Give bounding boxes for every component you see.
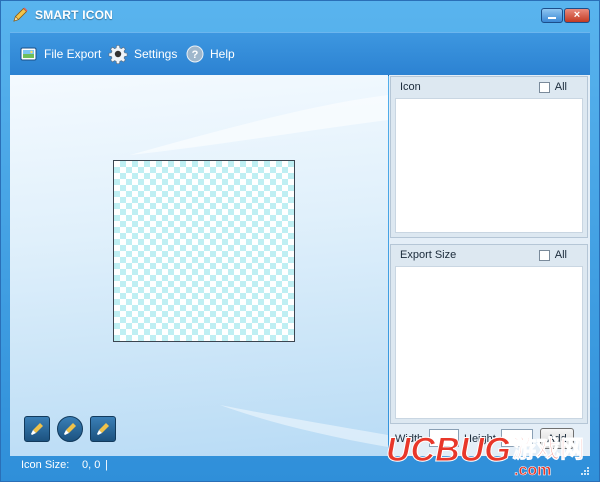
window-title: SMART ICON	[35, 8, 113, 22]
toolbar: File Export Settings ? Help	[10, 32, 590, 76]
icon-all-checkbox[interactable]	[538, 81, 550, 93]
pencil-icon	[13, 7, 28, 22]
export-size-header: Export Size All	[391, 245, 587, 266]
file-export-label: File Export	[44, 47, 102, 61]
help-icon: ?	[186, 45, 204, 63]
export-all-label: All	[554, 249, 567, 261]
brush-tool-1[interactable]	[24, 416, 50, 442]
export-size-section: Export Size All	[390, 244, 588, 424]
close-icon: ×	[573, 9, 581, 21]
icon-all-toggle[interactable]: All	[538, 81, 567, 93]
icon-section-header: Icon All	[391, 77, 587, 98]
settings-label: Settings	[134, 47, 178, 61]
brush-tool-2[interactable]	[57, 416, 83, 442]
right-panel: Icon All Export Size All Width Height Ad…	[389, 75, 590, 456]
watermark-chinese: 游戏网	[512, 435, 584, 463]
help-label: Help	[210, 47, 235, 61]
icon-section-title: Icon	[400, 81, 421, 93]
canvas-area	[10, 75, 388, 456]
export-all-toggle[interactable]: All	[538, 249, 567, 261]
icon-size-value: 0, 0	[82, 459, 101, 471]
file-export-button[interactable]: File Export	[20, 44, 101, 64]
gear-icon	[108, 45, 128, 64]
brush-icon	[97, 423, 109, 435]
ucbug-watermark: UCBUG 游戏网 .com	[386, 431, 585, 480]
app-window: SMART ICON × File Export Settings ? Help…	[0, 0, 600, 482]
icon-list[interactable]	[395, 98, 583, 233]
brush-tool-3[interactable]	[90, 416, 116, 442]
brush-icon	[31, 423, 43, 435]
icon-size-label: Icon Size:	[21, 459, 70, 471]
file-export-icon	[20, 47, 37, 61]
settings-button[interactable]: Settings	[108, 44, 177, 64]
svg-text:?: ?	[192, 49, 199, 61]
export-size-list[interactable]	[395, 266, 583, 419]
icon-preview-canvas[interactable]	[113, 160, 295, 342]
export-size-title: Export Size	[400, 249, 457, 261]
watermark-brand: UCBUG	[386, 431, 511, 469]
brush-icon	[64, 423, 76, 435]
minimize-button[interactable]	[541, 8, 563, 23]
help-button[interactable]: ? Help	[186, 44, 235, 64]
icon-section: Icon All	[390, 76, 588, 238]
close-button[interactable]: ×	[564, 8, 590, 23]
title-bar[interactable]: SMART ICON ×	[1, 1, 599, 31]
minimize-icon	[548, 16, 556, 19]
status-separator: |	[105, 459, 108, 471]
watermark-domain: .com	[514, 462, 551, 479]
icon-all-label: All	[554, 81, 567, 93]
export-all-checkbox[interactable]	[538, 249, 550, 261]
